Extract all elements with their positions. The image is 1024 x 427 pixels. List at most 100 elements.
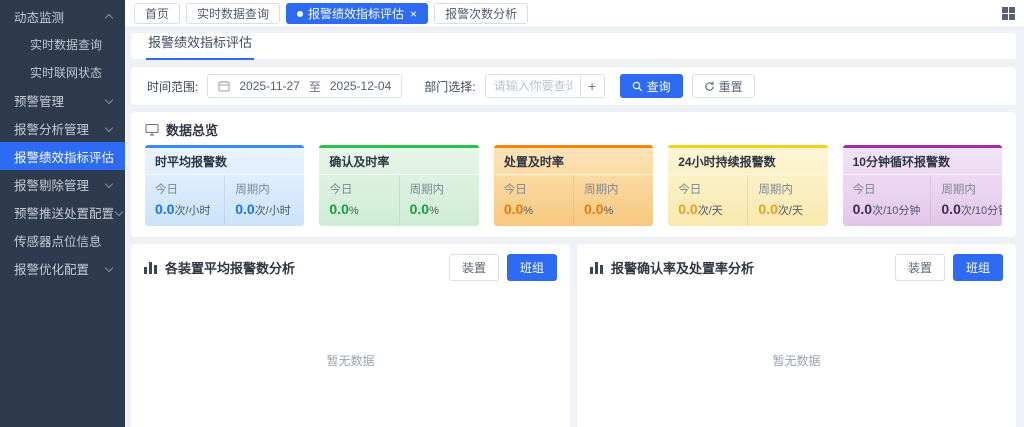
active-dot-icon	[297, 11, 303, 17]
stat-card-hourly-avg-alarms: 时平均报警数 今日 0.0次/小时 周期内 0.0次/小时	[145, 145, 304, 226]
sidebar: 动态监测 实时数据查询 实时联网状态 预警管理 报警分析管理 报警绩效指标评估 …	[0, 0, 125, 427]
sidebar-item-label: 实时数据查询	[30, 36, 102, 53]
today-unit: %	[349, 205, 359, 217]
sidebar-item-label: 实时联网状态	[30, 64, 102, 81]
chart-panel-device-avg-alarms: 各装置平均报警数分析 装置 班组 暂无数据	[131, 244, 570, 427]
period-value: 0.0	[235, 201, 254, 217]
stat-card-title: 时平均报警数	[145, 148, 304, 175]
tab-label: 报警次数分析	[445, 5, 517, 22]
sidebar-item-label: 动态监测	[14, 7, 64, 26]
chevron-down-icon	[104, 264, 113, 273]
tab-label: 首页	[145, 5, 169, 22]
today-value: 0.0	[853, 201, 872, 217]
search-button-label: 查询	[647, 78, 671, 95]
period-label: 周期内	[584, 181, 643, 197]
date-range-picker[interactable]: 2025-11-27 至 2025-12-04	[207, 74, 402, 98]
stat-today-col: 今日 0.0%	[494, 175, 573, 225]
page-content: 报警绩效指标评估 时间范围: 2025-11-27 至 2025-12-04 部…	[125, 28, 1024, 427]
tab-label: 报警绩效指标评估	[308, 5, 404, 22]
stat-today-col: 今日 0.0次/天	[668, 175, 747, 226]
page-tabs: 报警绩效指标评估	[131, 33, 1016, 60]
stat-period-col: 周期内 0.0次/天	[747, 175, 827, 226]
team-toggle-button[interactable]: 班组	[953, 254, 1003, 281]
period-value: 0.0	[584, 201, 603, 217]
stat-card-confirm-timely-rate: 确认及时率 今日 0.0% 周期内 0.0%	[319, 145, 478, 226]
department-label: 部门选择:	[424, 78, 475, 95]
device-toggle-button[interactable]: 装置	[449, 254, 499, 281]
period-unit: 次/10分钟	[961, 205, 1002, 217]
chart-panel-header: 报警确认率及处置率分析 装置 班组	[577, 244, 1016, 287]
date-separator: 至	[309, 78, 321, 95]
chart-panel-header: 各装置平均报警数分析 装置 班组	[131, 244, 570, 287]
data-overview-title: 数据总览	[166, 120, 218, 139]
stat-today-col: 今日 0.0%	[319, 175, 398, 225]
department-input[interactable]	[486, 75, 580, 97]
reset-button-label: 重置	[719, 78, 743, 95]
tab-alarm-count-analysis[interactable]: 报警次数分析	[434, 3, 528, 24]
sidebar-item-label: 报警优化配置	[14, 259, 89, 278]
stat-period-col: 周期内 0.0%	[399, 175, 479, 225]
filter-bar: 时间范围: 2025-11-27 至 2025-12-04 部门选择: +	[131, 67, 1016, 105]
chart-title: 各装置平均报警数分析	[165, 258, 441, 277]
date-end-value[interactable]: 2025-12-04	[330, 79, 391, 93]
today-unit: 次/小时	[174, 205, 210, 217]
page-tab-active[interactable]: 报警绩效指标评估	[146, 32, 254, 60]
stat-card-title: 10分钟循环报警数	[843, 148, 1002, 175]
chevron-down-icon	[104, 180, 113, 189]
sidebar-item-alarm-optimize-config[interactable]: 报警优化配置	[0, 254, 125, 282]
data-overview-section: 数据总览 时平均报警数 今日 0.0次/小时 周期内 0.0 次/小时	[131, 112, 1016, 237]
sidebar-item-warning-push-config[interactable]: 预警推送处置配置	[0, 198, 125, 226]
stat-card-title: 24小时持续报警数	[668, 148, 827, 175]
stat-card-title: 处置及时率	[494, 148, 653, 175]
sidebar-item-label: 报警剔除管理	[14, 175, 89, 194]
search-button[interactable]: 查询	[620, 74, 683, 98]
period-value: 0.0	[758, 201, 777, 217]
sidebar-item-realtime-network-status[interactable]: 实时联网状态	[0, 58, 125, 86]
sidebar-item-label: 传感器点位信息	[14, 231, 102, 250]
reset-button[interactable]: 重置	[692, 74, 755, 98]
main-area: 首页 实时数据查询 报警绩效指标评估 × 报警次数分析 报警绩效指标评估 时间范…	[125, 0, 1024, 427]
period-value: 0.0	[941, 201, 960, 217]
device-toggle-button[interactable]: 装置	[895, 254, 945, 281]
stat-today-col: 今日 0.0次/10分钟	[843, 175, 931, 226]
today-unit: 次/天	[698, 205, 723, 217]
today-value: 0.0	[678, 201, 697, 217]
data-overview-header: 数据总览	[145, 119, 1002, 139]
sidebar-item-realtime-data-query[interactable]: 实时数据查询	[0, 30, 125, 58]
tab-alarm-performance-evaluation[interactable]: 报警绩效指标评估 ×	[286, 3, 428, 24]
today-value: 0.0	[329, 201, 348, 217]
tab-list-grid-icon[interactable]	[1002, 7, 1015, 20]
close-icon[interactable]: ×	[410, 8, 417, 20]
search-icon	[632, 81, 643, 92]
date-start-value[interactable]: 2025-11-27	[239, 79, 300, 93]
department-select: +	[485, 74, 605, 98]
sidebar-item-sensor-point-info[interactable]: 传感器点位信息	[0, 226, 125, 254]
chart-grid: 各装置平均报警数分析 装置 班组 暂无数据 报警确认率及处置率分析 装置 班组	[131, 244, 1016, 427]
tab-label: 实时数据查询	[197, 5, 269, 22]
add-department-button[interactable]: +	[580, 75, 604, 97]
sidebar-item-warning-management[interactable]: 预警管理	[0, 86, 125, 114]
today-label: 今日	[853, 181, 921, 197]
sidebar-item-dynamic-monitor[interactable]: 动态监测	[0, 2, 125, 30]
period-label: 周期内	[941, 181, 1002, 197]
stat-card-title: 确认及时率	[319, 148, 478, 175]
tab-realtime-data-query[interactable]: 实时数据查询	[186, 3, 280, 24]
stat-period-col: 周期内 0.0%	[573, 175, 653, 225]
period-label: 周期内	[410, 181, 469, 197]
stat-today-col: 今日 0.0次/小时	[145, 175, 224, 226]
bar-chart-icon	[590, 262, 603, 274]
today-label: 今日	[678, 181, 737, 197]
tab-home[interactable]: 首页	[134, 3, 180, 24]
sidebar-item-alarm-analysis-management[interactable]: 报警分析管理	[0, 114, 125, 142]
stat-period-col: 周期内 0.0次/10分钟	[930, 175, 1002, 226]
stat-card-handle-timely-rate: 处置及时率 今日 0.0% 周期内 0.0%	[494, 145, 653, 226]
period-unit: %	[603, 205, 613, 217]
chart-empty-state: 暂无数据	[131, 287, 570, 427]
today-label: 今日	[329, 181, 388, 197]
calendar-icon	[218, 80, 230, 92]
sidebar-item-alarm-removal-management[interactable]: 报警剔除管理	[0, 170, 125, 198]
period-unit: %	[429, 205, 439, 217]
sidebar-item-alarm-performance-evaluation[interactable]: 报警绩效指标评估	[0, 142, 125, 170]
team-toggle-button[interactable]: 班组	[507, 254, 557, 281]
date-range-label: 时间范围:	[147, 78, 198, 95]
